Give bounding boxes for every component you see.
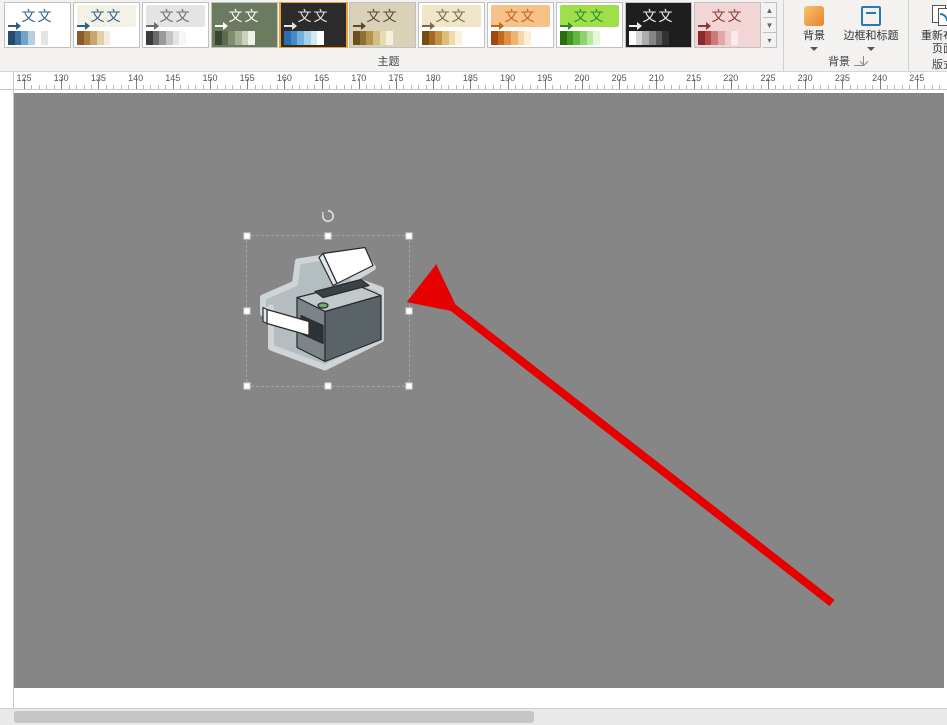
- theme-thumb-1[interactable]: 文文: [73, 2, 140, 48]
- ruler-tick-label: 125: [16, 73, 31, 83]
- chevron-down-icon: [867, 47, 875, 51]
- scrollbar-thumb[interactable]: [14, 711, 534, 723]
- border-title-button[interactable]: 边框和标题: [840, 2, 902, 51]
- canvas-viewport[interactable]: [14, 90, 947, 708]
- resize-handle-w[interactable]: [244, 308, 251, 315]
- ruler-tick-label: 175: [388, 73, 403, 83]
- border-title-button-label: 边框和标题: [844, 30, 899, 43]
- background-group-label: 背景: [828, 53, 864, 71]
- ruler-tick-label: 170: [351, 73, 366, 83]
- resize-handle-s[interactable]: [325, 383, 332, 390]
- ruler-tick-label: 130: [54, 73, 69, 83]
- chevron-down-icon: [810, 47, 818, 51]
- annotation-arrow: [14, 93, 944, 688]
- theme-thumb-3[interactable]: 文文: [211, 2, 278, 48]
- ruler-tick-label: 210: [649, 73, 664, 83]
- theme-thumb-10[interactable]: 文文: [694, 2, 761, 48]
- ruler-tick-label: 220: [723, 73, 738, 83]
- background-icon: [804, 6, 824, 26]
- printer-clipart[interactable]: [253, 240, 403, 383]
- ruler-tick-label: 225: [760, 73, 775, 83]
- resize-handle-se[interactable]: [406, 383, 413, 390]
- layout-group-label: 版式: [932, 56, 947, 72]
- theme-gallery: 文文文文文文文文文文文文文文文文文文文文文文: [0, 2, 761, 48]
- ruler-tick-label: 180: [426, 73, 441, 83]
- ruler-tick-label: 135: [91, 73, 106, 83]
- ruler-tick-label: 160: [277, 73, 292, 83]
- ruler-corner: [0, 72, 14, 90]
- ribbon-group-background: 背景 边框和标题 背景: [784, 0, 909, 71]
- drawing-canvas[interactable]: [14, 93, 944, 688]
- ruler-tick-label: 205: [612, 73, 627, 83]
- ruler-tick-label: 200: [574, 73, 589, 83]
- ruler-tick-label: 185: [463, 73, 478, 83]
- ribbon: 文文文文文文文文文文文文文文文文文文文文文文 ▲ ▼ ▾ 主题 背景 边框和标题…: [0, 0, 947, 72]
- shape-selection[interactable]: [246, 235, 410, 387]
- vertical-ruler[interactable]: [0, 90, 14, 708]
- resize-handle-e[interactable]: [406, 308, 413, 315]
- ruler-tick-label: 145: [165, 73, 180, 83]
- ruler-tick-label: 165: [314, 73, 329, 83]
- theme-thumb-6[interactable]: 文文: [418, 2, 485, 48]
- ruler-tick-label: 245: [909, 73, 924, 83]
- resize-handle-nw[interactable]: [244, 233, 251, 240]
- ruler-tick-label: 230: [798, 73, 813, 83]
- theme-thumb-8[interactable]: 文文: [556, 2, 623, 48]
- dialog-launcher-icon[interactable]: [854, 56, 864, 66]
- theme-thumb-4[interactable]: 文文: [280, 2, 347, 48]
- theme-gallery-more[interactable]: ▲ ▼ ▾: [763, 2, 777, 48]
- relayout-page-button-label: 重新布局 页面: [921, 30, 947, 56]
- resize-handle-sw[interactable]: [244, 383, 251, 390]
- theme-thumb-0[interactable]: 文文: [4, 2, 71, 48]
- rotation-handle-icon[interactable]: [321, 209, 335, 223]
- background-button[interactable]: 背景: [790, 2, 838, 51]
- ruler-tick-label: 235: [835, 73, 850, 83]
- ruler-tick-label: 140: [128, 73, 143, 83]
- ruler-tick-label: 215: [686, 73, 701, 83]
- theme-thumb-5[interactable]: 文文: [349, 2, 416, 48]
- ruler-tick-label: 190: [500, 73, 515, 83]
- background-button-label: 背景: [803, 30, 825, 43]
- ribbon-group-themes: 文文文文文文文文文文文文文文文文文文文文文文 ▲ ▼ ▾ 主题: [0, 0, 784, 71]
- gallery-scroll-up-icon[interactable]: ▲: [763, 3, 776, 18]
- theme-thumb-9[interactable]: 文文: [625, 2, 692, 48]
- workspace: 125 130 135 140 145 150 155 160 165 170 175 180 185 1…: [0, 72, 947, 708]
- ruler-tick-label: 150: [202, 73, 217, 83]
- gallery-expand-icon[interactable]: ▾: [763, 33, 776, 47]
- gallery-scroll-down-icon[interactable]: ▼: [763, 18, 776, 33]
- relayout-icon: [932, 5, 947, 27]
- theme-thumb-7[interactable]: 文文: [487, 2, 554, 48]
- horizontal-ruler[interactable]: 125 130 135 140 145 150 155 160 165 170 175 180 185 1…: [14, 72, 947, 90]
- relayout-page-button[interactable]: 重新布局 页面: [915, 2, 947, 56]
- border-title-icon: [861, 6, 881, 26]
- ruler-tick-label: 240: [872, 73, 887, 83]
- resize-handle-n[interactable]: [325, 233, 332, 240]
- themes-group-label: 主题: [378, 53, 400, 71]
- horizontal-scrollbar[interactable]: [0, 708, 947, 725]
- ruler-tick-label: 155: [240, 73, 255, 83]
- theme-thumb-2[interactable]: 文文: [142, 2, 209, 48]
- ruler-tick-label: 195: [537, 73, 552, 83]
- ribbon-group-layout: 重新布局 页面 版式: [909, 0, 947, 71]
- resize-handle-ne[interactable]: [406, 233, 413, 240]
